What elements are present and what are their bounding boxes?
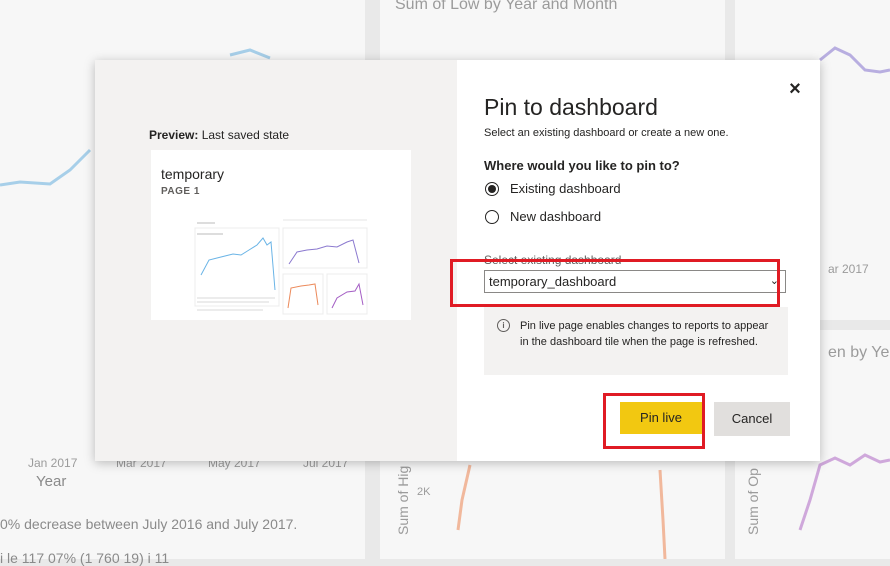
report-thumbnail: temporary PAGE 1 xyxy=(151,150,411,320)
preview-caption: Preview: Last saved state xyxy=(149,128,289,142)
bg-x-tick: Jan 2017 xyxy=(28,456,78,470)
bg-right-tick: ar 2017 xyxy=(828,262,869,276)
info-message: i Pin live page enables changes to repor… xyxy=(484,307,788,375)
bg-right-chart-title: en by Ye xyxy=(828,344,890,361)
radio-existing-dashboard[interactable]: Existing dashboard xyxy=(485,181,621,196)
preview-state: Last saved state xyxy=(201,128,290,142)
radio-button-unchecked[interactable] xyxy=(485,209,499,224)
bg-chart-title: Sum of Low by Year and Month xyxy=(395,0,618,13)
pin-to-dashboard-dialog: Preview: Last saved state temporary PAGE… xyxy=(95,60,820,461)
radio-new-dashboard[interactable]: New dashboard xyxy=(485,209,601,224)
thumbnail-miniature-charts xyxy=(194,219,368,315)
pin-target-question: Where would you like to pin to? xyxy=(484,158,680,173)
dialog-subtitle: Select an existing dashboard or create a… xyxy=(484,127,729,139)
radio-label-new: New dashboard xyxy=(510,209,602,224)
close-icon[interactable]: × xyxy=(784,78,806,100)
preview-pane: Preview: Last saved state temporary PAGE… xyxy=(95,60,457,461)
bg-note-line-2: i le 117 07% (1 760 19) i 11 xyxy=(0,550,170,566)
bg-x-axis-label: Year xyxy=(36,473,67,490)
dashboard-select-value: temporary_dashboard xyxy=(489,274,617,289)
select-dashboard-label: Select existing dashboard xyxy=(484,253,622,267)
radio-label-existing: Existing dashboard xyxy=(510,181,621,196)
info-icon: i xyxy=(497,319,510,332)
bg-y-label-open: Sum of Op xyxy=(745,468,761,535)
bg-y-tick: 2K xyxy=(417,486,431,498)
radio-button-checked[interactable] xyxy=(485,181,499,196)
dashboard-select[interactable]: temporary_dashboard ⌄ xyxy=(484,270,786,293)
preview-label: Preview: xyxy=(149,128,199,142)
chevron-down-icon[interactable]: ⌄ xyxy=(770,271,779,292)
dialog-title: Pin to dashboard xyxy=(484,94,658,120)
info-text: Pin live page enables changes to reports… xyxy=(520,320,769,348)
cancel-button[interactable]: Cancel xyxy=(714,402,790,436)
pin-live-button[interactable]: Pin live xyxy=(620,402,702,434)
bg-y-label-high: Sum of Hig xyxy=(395,465,411,535)
bg-note-line-1: 0% decrease between July 2016 and July 2… xyxy=(0,516,298,532)
